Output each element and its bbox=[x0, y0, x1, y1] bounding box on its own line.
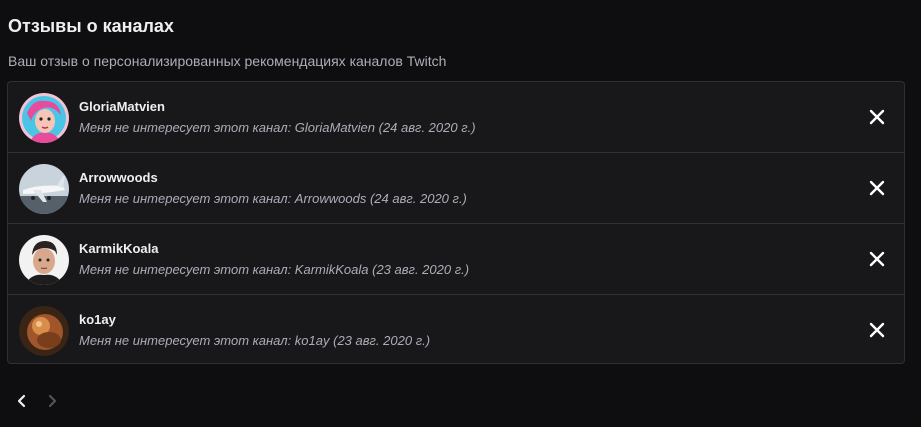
feedback-reason: Меня не интересует этот канал: ko1ay (23… bbox=[79, 333, 431, 348]
pagination bbox=[12, 391, 62, 411]
channel-name[interactable]: ko1ay bbox=[79, 312, 116, 327]
close-icon[interactable] bbox=[864, 317, 890, 343]
list-item: GloriaMatvien Меня не интересует этот ка… bbox=[8, 82, 904, 153]
avatar[interactable] bbox=[19, 306, 69, 356]
channel-name[interactable]: Arrowwoods bbox=[79, 170, 158, 185]
list-item: Arrowwoods Меня не интересует этот канал… bbox=[8, 153, 904, 224]
page-subtitle: Ваш отзыв о персонализированных рекоменд… bbox=[8, 53, 447, 69]
page-title: Отзывы о каналах bbox=[8, 16, 174, 36]
close-icon[interactable] bbox=[864, 246, 890, 272]
close-icon[interactable] bbox=[864, 104, 890, 130]
avatar[interactable] bbox=[19, 235, 69, 285]
channel-name[interactable]: GloriaMatvien bbox=[79, 99, 165, 114]
feedback-reason: Меня не интересует этот канал: GloriaMat… bbox=[79, 120, 476, 135]
feedback-reason: Меня не интересует этот канал: KarmikKoa… bbox=[79, 262, 470, 277]
close-icon[interactable] bbox=[864, 175, 890, 201]
avatar[interactable] bbox=[19, 164, 69, 214]
list-item: ko1ay Меня не интересует этот канал: ko1… bbox=[8, 295, 904, 363]
chevron-right-icon[interactable] bbox=[42, 391, 62, 411]
channel-name[interactable]: KarmikKoala bbox=[79, 241, 158, 256]
avatar[interactable] bbox=[19, 93, 69, 143]
chevron-left-icon[interactable] bbox=[12, 391, 32, 411]
feedback-reason: Меня не интересует этот канал: Arrowwood… bbox=[79, 191, 467, 206]
list-item: KarmikKoala Меня не интересует этот кана… bbox=[8, 224, 904, 295]
channel-feedback-list: GloriaMatvien Меня не интересует этот ка… bbox=[7, 81, 905, 364]
